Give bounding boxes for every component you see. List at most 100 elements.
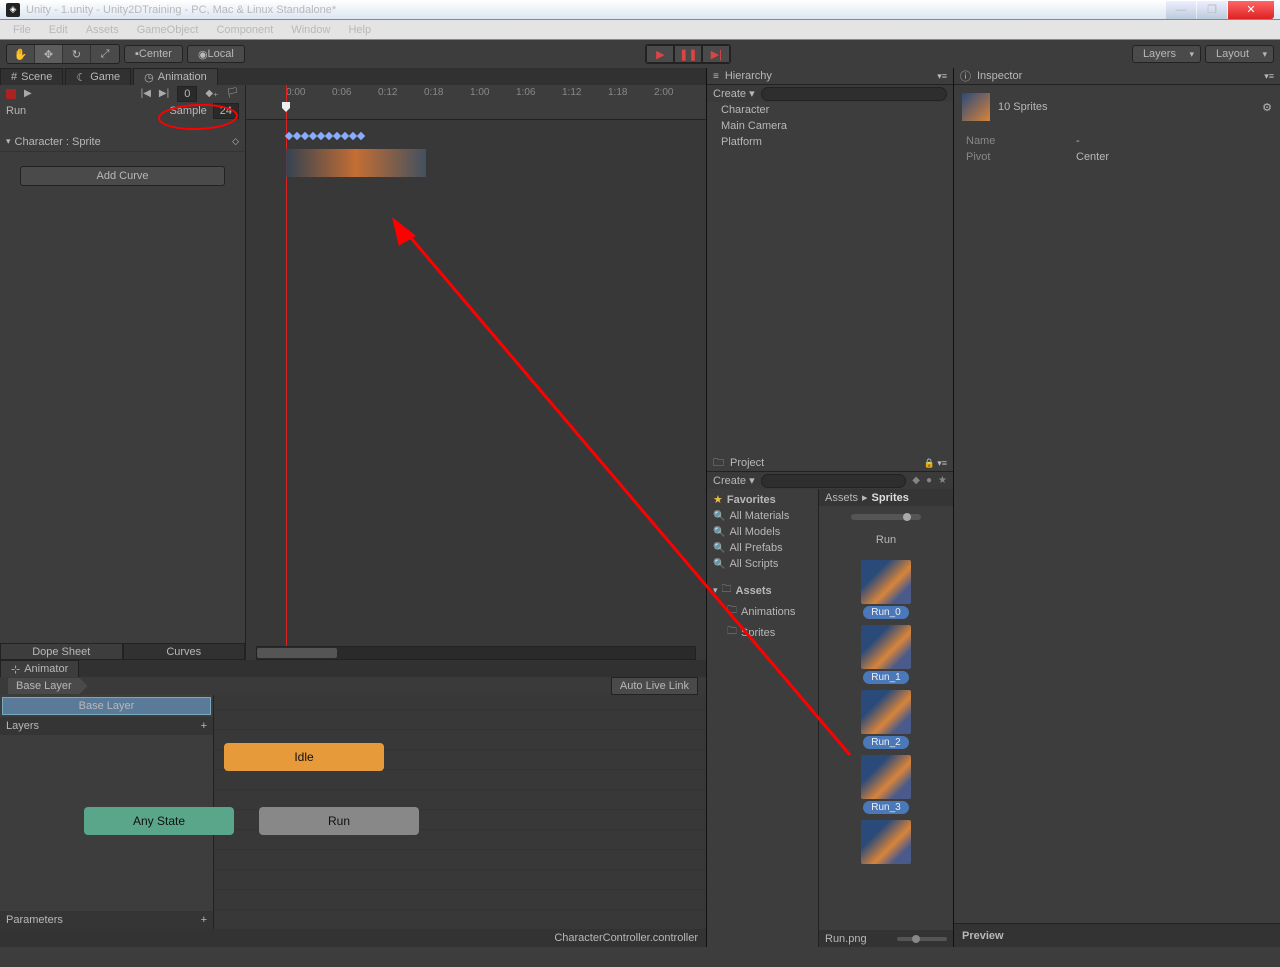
property-row[interactable]: ▾ Character : Sprite ◇ xyxy=(0,132,245,152)
hierarchy-search[interactable] xyxy=(761,87,947,101)
sprite-thumb[interactable] xyxy=(856,820,916,864)
panel-menu-icon[interactable]: ▾≡ xyxy=(937,71,947,82)
sprite-thumb[interactable]: Run_3 xyxy=(856,755,916,814)
timeline-scrollbar[interactable] xyxy=(256,646,696,660)
breadcrumb-root[interactable]: Assets xyxy=(825,492,858,504)
window-title: Unity - 1.unity - Unity2DTraining - PC, … xyxy=(26,4,336,16)
clip-dropdown[interactable]: Run xyxy=(6,105,26,117)
menu-gameobject[interactable]: GameObject xyxy=(128,24,208,36)
tab-game[interactable]: ☾ Game xyxy=(65,68,131,85)
sprite-thumb[interactable]: Run_1 xyxy=(856,625,916,684)
hierarchy-title: Hierarchy xyxy=(725,70,772,82)
tab-animator[interactable]: ⊹ Animator xyxy=(0,660,79,677)
timeline[interactable]: 0:00 0:06 0:12 0:18 1:00 1:06 1:12 1:18 … xyxy=(246,85,706,660)
dopesheet-tab[interactable]: Dope Sheet xyxy=(0,643,123,660)
close-button[interactable]: ✕ xyxy=(1228,1,1274,19)
play-anim-button[interactable]: ▶ xyxy=(24,88,32,99)
scale-tool[interactable]: ⤢ xyxy=(91,45,119,63)
next-key-button[interactable]: ▶| xyxy=(159,88,169,99)
sprite-thumb[interactable]: Run_2 xyxy=(856,690,916,749)
minimize-button[interactable]: — xyxy=(1166,1,1196,19)
tree-item[interactable]: 🔍All Models xyxy=(709,524,816,540)
transform-tools: ✋ ✥ ↻ ⤢ xyxy=(6,44,120,64)
tree-item[interactable]: 🔍All Scripts xyxy=(709,556,816,572)
tab-scene[interactable]: # Scene xyxy=(0,68,63,85)
frame-field[interactable]: 0 xyxy=(177,86,197,102)
layers-dropdown[interactable]: Layers xyxy=(1132,45,1201,63)
panel-menu-icon[interactable]: 🔒 ▾≡ xyxy=(924,458,947,469)
hierarchy-item[interactable]: Platform xyxy=(707,134,953,150)
rotate-tool[interactable]: ↻ xyxy=(63,45,91,63)
keyframe[interactable] xyxy=(357,132,365,140)
state-idle[interactable]: Idle xyxy=(224,743,384,771)
menu-component[interactable]: Component xyxy=(207,24,282,36)
breadcrumb-base-layer[interactable]: Base Layer xyxy=(8,678,88,694)
curves-tab[interactable]: Curves xyxy=(123,643,246,660)
assets-header[interactable]: ▾🗀Assets xyxy=(709,580,816,601)
hierarchy-item[interactable]: Character xyxy=(707,102,953,118)
grid-size-slider[interactable] xyxy=(897,937,947,941)
project-footer-path: Run.png xyxy=(825,933,867,945)
preview-footer[interactable]: Preview xyxy=(954,923,1280,947)
record-button[interactable] xyxy=(6,89,16,99)
animation-panel: ▶ |◀ ▶| 0 ◆₊ 🏳 Run Sample 24 ▾ Character… xyxy=(0,85,706,660)
menu-window[interactable]: Window xyxy=(282,24,339,36)
move-tool[interactable]: ✥ xyxy=(35,45,63,63)
tree-item[interactable]: 🔍All Prefabs xyxy=(709,540,816,556)
prev-key-button[interactable]: |◀ xyxy=(141,88,151,99)
keyframe-diamond-icon[interactable]: ◇ xyxy=(232,136,239,147)
search-filter-icon[interactable]: ● xyxy=(926,475,932,486)
hierarchy-item[interactable]: Main Camera xyxy=(707,118,953,134)
add-key-icon[interactable]: ◆₊ xyxy=(205,88,218,99)
pivot-center-toggle[interactable]: ▪ Center xyxy=(124,45,183,63)
project-create-dropdown[interactable]: Create ▾ xyxy=(713,474,755,487)
gear-icon[interactable]: ⚙ xyxy=(1262,101,1272,114)
inspector-preview-icon xyxy=(962,93,990,121)
animator-graph[interactable]: Idle Any State Run xyxy=(214,695,706,929)
project-search[interactable] xyxy=(761,474,907,488)
maximize-button[interactable]: ❐ xyxy=(1197,1,1227,19)
titlebar: ◈ Unity - 1.unity - Unity2DTraining - PC… xyxy=(0,0,1280,20)
search-filter-icon[interactable]: ★ xyxy=(938,475,947,486)
search-filter-icon[interactable]: ◆ xyxy=(912,475,920,486)
add-parameter-button[interactable]: + xyxy=(201,914,207,926)
tab-animation[interactable]: ◷ Animation xyxy=(133,68,218,85)
menu-help[interactable]: Help xyxy=(339,24,380,36)
run-clip-label[interactable]: Run xyxy=(876,534,896,546)
breadcrumb-current[interactable]: Sprites xyxy=(872,492,909,504)
add-curve-button[interactable]: Add Curve xyxy=(20,166,225,186)
hierarchy-create-dropdown[interactable]: Create ▾ xyxy=(713,87,755,100)
hand-tool[interactable]: ✋ xyxy=(7,45,35,63)
tree-item[interactable]: 🔍All Materials xyxy=(709,508,816,524)
tree-item[interactable]: 🗀Animations xyxy=(709,601,816,622)
pause-button[interactable]: ❚❚ xyxy=(674,45,702,63)
project-grid: Run Run_0 Run_1 Run_2 Run_3 xyxy=(819,506,953,930)
parameters-label: Parameters xyxy=(6,914,63,926)
menu-edit[interactable]: Edit xyxy=(40,24,77,36)
auto-live-link-button[interactable]: Auto Live Link xyxy=(611,677,698,695)
layers-label: Layers xyxy=(6,720,39,732)
animator-footer-text: CharacterController.controller xyxy=(554,932,698,944)
panel-menu-icon[interactable]: ▾≡ xyxy=(1264,71,1274,82)
add-event-icon[interactable]: 🏳 xyxy=(226,88,239,99)
layout-dropdown[interactable]: Layout xyxy=(1205,45,1274,63)
tree-item[interactable]: 🗀Sprites xyxy=(709,622,816,643)
inspector-headline: 10 Sprites xyxy=(998,101,1048,113)
main-toolbar: ✋ ✥ ↻ ⤢ ▪ Center ◉ Local ▶ ❚❚ ▶| Layers … xyxy=(0,40,1280,68)
step-button[interactable]: ▶| xyxy=(702,45,730,63)
time-ruler[interactable]: 0:00 0:06 0:12 0:18 1:00 1:06 1:12 1:18 … xyxy=(246,85,706,120)
sprite-preview-row xyxy=(286,149,426,177)
state-run[interactable]: Run xyxy=(259,807,419,835)
play-button[interactable]: ▶ xyxy=(646,45,674,63)
add-layer-button[interactable]: + xyxy=(201,720,207,732)
sample-field[interactable]: 24 xyxy=(213,103,239,119)
favorites-header[interactable]: ★Favorites xyxy=(709,491,816,508)
project-title: Project xyxy=(730,457,764,469)
local-global-toggle[interactable]: ◉ Local xyxy=(187,45,245,63)
state-any-state[interactable]: Any State xyxy=(84,807,234,835)
menu-assets[interactable]: Assets xyxy=(77,24,128,36)
base-layer-button[interactable]: Base Layer xyxy=(2,697,211,715)
thumb-size-slider[interactable] xyxy=(851,514,921,520)
sprite-thumb[interactable]: Run_0 xyxy=(856,560,916,619)
menu-file[interactable]: File xyxy=(4,24,40,36)
